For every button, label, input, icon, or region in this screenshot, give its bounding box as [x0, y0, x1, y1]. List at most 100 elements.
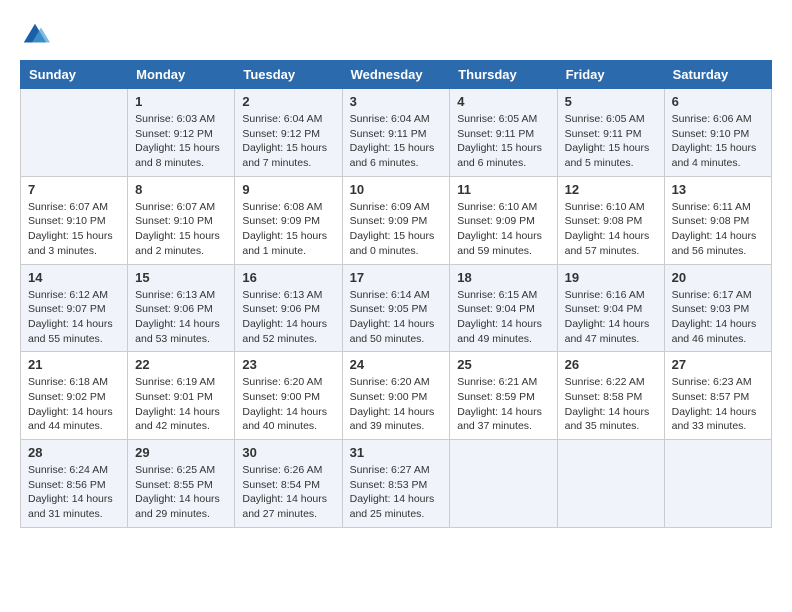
- day-number: 25: [457, 357, 549, 372]
- day-info: Sunrise: 6:21 AMSunset: 8:59 PMDaylight:…: [457, 375, 549, 434]
- day-info: Sunrise: 6:07 AMSunset: 9:10 PMDaylight:…: [135, 200, 227, 259]
- day-info: Sunrise: 6:09 AMSunset: 9:09 PMDaylight:…: [350, 200, 443, 259]
- day-info: Sunrise: 6:18 AMSunset: 9:02 PMDaylight:…: [28, 375, 120, 434]
- calendar-cell: 31 Sunrise: 6:27 AMSunset: 8:53 PMDayligh…: [342, 440, 450, 528]
- day-number: 2: [242, 94, 334, 109]
- calendar-cell: 7 Sunrise: 6:07 AMSunset: 9:10 PMDaylight…: [21, 176, 128, 264]
- calendar-cell: 30Sunrise: 6:26 AMSunset: 8:54 PMDayligh…: [235, 440, 342, 528]
- day-number: 4: [457, 94, 549, 109]
- calendar-cell: 3 Sunrise: 6:04 AMSunset: 9:11 PMDaylight…: [342, 89, 450, 177]
- day-info: Sunrise: 6:16 AMSunset: 9:04 PMDaylight:…: [565, 288, 657, 347]
- day-info: Sunrise: 6:23 AMSunset: 8:57 PMDaylight:…: [672, 375, 764, 434]
- day-of-week-header: Wednesday: [342, 61, 450, 89]
- day-number: 23: [242, 357, 334, 372]
- day-info: Sunrise: 6:17 AMSunset: 9:03 PMDaylight:…: [672, 288, 764, 347]
- day-number: 26: [565, 357, 657, 372]
- day-of-week-header: Friday: [557, 61, 664, 89]
- days-header-row: SundayMondayTuesdayWednesdayThursdayFrid…: [21, 61, 772, 89]
- day-number: 31: [350, 445, 443, 460]
- day-number: 21: [28, 357, 120, 372]
- day-info: Sunrise: 6:22 AMSunset: 8:58 PMDaylight:…: [565, 375, 657, 434]
- day-info: Sunrise: 6:20 AMSunset: 9:00 PMDaylight:…: [242, 375, 334, 434]
- calendar-cell: 25 Sunrise: 6:21 AMSunset: 8:59 PMDayligh…: [450, 352, 557, 440]
- calendar-cell: 28 Sunrise: 6:24 AMSunset: 8:56 PMDayligh…: [21, 440, 128, 528]
- day-info: Sunrise: 6:04 AMSunset: 9:12 PMDaylight:…: [242, 112, 334, 171]
- day-of-week-header: Tuesday: [235, 61, 342, 89]
- day-info: Sunrise: 6:05 AMSunset: 9:11 PMDaylight:…: [457, 112, 549, 171]
- day-number: 24: [350, 357, 443, 372]
- calendar-cell: [21, 89, 128, 177]
- day-info: Sunrise: 6:25 AMSunset: 8:55 PMDaylight:…: [135, 463, 227, 522]
- calendar-cell: 18Sunrise: 6:15 AMSunset: 9:04 PMDayligh…: [450, 264, 557, 352]
- day-of-week-header: Monday: [128, 61, 235, 89]
- calendar-cell: 26 Sunrise: 6:22 AMSunset: 8:58 PMDayligh…: [557, 352, 664, 440]
- calendar-cell: 20 Sunrise: 6:17 AMSunset: 9:03 PMDayligh…: [664, 264, 771, 352]
- day-number: 20: [672, 270, 764, 285]
- day-info: Sunrise: 6:26 AMSunset: 8:54 PMDaylight:…: [242, 463, 334, 522]
- day-number: 27: [672, 357, 764, 372]
- calendar-cell: 1Sunrise: 6:03 AMSunset: 9:12 PMDaylight…: [128, 89, 235, 177]
- page-header: [20, 20, 772, 50]
- day-number: 9: [242, 182, 334, 197]
- calendar-cell: 21 Sunrise: 6:18 AMSunset: 9:02 PMDayligh…: [21, 352, 128, 440]
- day-info: Sunrise: 6:27 AMSunset: 8:53 PMDaylight:…: [350, 463, 443, 522]
- day-info: Sunrise: 6:04 AMSunset: 9:11 PMDaylight:…: [350, 112, 443, 171]
- calendar-cell: 17 Sunrise: 6:14 AMSunset: 9:05 PMDayligh…: [342, 264, 450, 352]
- day-info: Sunrise: 6:06 AMSunset: 9:10 PMDaylight:…: [672, 112, 764, 171]
- day-info: Sunrise: 6:19 AMSunset: 9:01 PMDaylight:…: [135, 375, 227, 434]
- calendar-cell: 5 Sunrise: 6:05 AMSunset: 9:11 PMDaylight…: [557, 89, 664, 177]
- calendar-cell: [664, 440, 771, 528]
- calendar-cell: 6 Sunrise: 6:06 AMSunset: 9:10 PMDaylight…: [664, 89, 771, 177]
- calendar-cell: 9 Sunrise: 6:08 AMSunset: 9:09 PMDaylight…: [235, 176, 342, 264]
- calendar-cell: 29 Sunrise: 6:25 AMSunset: 8:55 PMDayligh…: [128, 440, 235, 528]
- day-info: Sunrise: 6:15 AMSunset: 9:04 PMDaylight:…: [457, 288, 549, 347]
- calendar-week-row: 7 Sunrise: 6:07 AMSunset: 9:10 PMDaylight…: [21, 176, 772, 264]
- day-info: Sunrise: 6:13 AMSunset: 9:06 PMDaylight:…: [135, 288, 227, 347]
- day-info: Sunrise: 6:10 AMSunset: 9:09 PMDaylight:…: [457, 200, 549, 259]
- day-of-week-header: Thursday: [450, 61, 557, 89]
- calendar-cell: 19Sunrise: 6:16 AMSunset: 9:04 PMDayligh…: [557, 264, 664, 352]
- calendar-cell: 4 Sunrise: 6:05 AMSunset: 9:11 PMDaylight…: [450, 89, 557, 177]
- day-info: Sunrise: 6:07 AMSunset: 9:10 PMDaylight:…: [28, 200, 120, 259]
- day-info: Sunrise: 6:12 AMSunset: 9:07 PMDaylight:…: [28, 288, 120, 347]
- day-info: Sunrise: 6:24 AMSunset: 8:56 PMDaylight:…: [28, 463, 120, 522]
- calendar-week-row: 28 Sunrise: 6:24 AMSunset: 8:56 PMDayligh…: [21, 440, 772, 528]
- day-number: 16: [242, 270, 334, 285]
- calendar-week-row: 1Sunrise: 6:03 AMSunset: 9:12 PMDaylight…: [21, 89, 772, 177]
- day-number: 28: [28, 445, 120, 460]
- calendar-cell: 10 Sunrise: 6:09 AMSunset: 9:09 PMDayligh…: [342, 176, 450, 264]
- day-info: Sunrise: 6:14 AMSunset: 9:05 PMDaylight:…: [350, 288, 443, 347]
- day-info: Sunrise: 6:05 AMSunset: 9:11 PMDaylight:…: [565, 112, 657, 171]
- calendar-cell: 23 Sunrise: 6:20 AMSunset: 9:00 PMDayligh…: [235, 352, 342, 440]
- calendar-cell: 22 Sunrise: 6:19 AMSunset: 9:01 PMDayligh…: [128, 352, 235, 440]
- calendar-cell: 14 Sunrise: 6:12 AMSunset: 9:07 PMDayligh…: [21, 264, 128, 352]
- calendar-cell: 2 Sunrise: 6:04 AMSunset: 9:12 PMDaylight…: [235, 89, 342, 177]
- logo-icon: [20, 20, 50, 50]
- day-info: Sunrise: 6:13 AMSunset: 9:06 PMDaylight:…: [242, 288, 334, 347]
- day-number: 10: [350, 182, 443, 197]
- day-info: Sunrise: 6:03 AMSunset: 9:12 PMDaylight:…: [135, 112, 227, 171]
- day-number: 12: [565, 182, 657, 197]
- calendar-cell: [450, 440, 557, 528]
- day-number: 29: [135, 445, 227, 460]
- day-info: Sunrise: 6:08 AMSunset: 9:09 PMDaylight:…: [242, 200, 334, 259]
- day-number: 3: [350, 94, 443, 109]
- calendar-week-row: 14 Sunrise: 6:12 AMSunset: 9:07 PMDayligh…: [21, 264, 772, 352]
- calendar-cell: 16 Sunrise: 6:13 AMSunset: 9:06 PMDayligh…: [235, 264, 342, 352]
- day-info: Sunrise: 6:10 AMSunset: 9:08 PMDaylight:…: [565, 200, 657, 259]
- calendar-table: SundayMondayTuesdayWednesdayThursdayFrid…: [20, 60, 772, 528]
- day-number: 7: [28, 182, 120, 197]
- day-number: 6: [672, 94, 764, 109]
- day-number: 5: [565, 94, 657, 109]
- day-info: Sunrise: 6:11 AMSunset: 9:08 PMDaylight:…: [672, 200, 764, 259]
- day-number: 14: [28, 270, 120, 285]
- calendar-cell: 13Sunrise: 6:11 AMSunset: 9:08 PMDayligh…: [664, 176, 771, 264]
- calendar-cell: 11Sunrise: 6:10 AMSunset: 9:09 PMDayligh…: [450, 176, 557, 264]
- calendar-cell: [557, 440, 664, 528]
- calendar-cell: 27 Sunrise: 6:23 AMSunset: 8:57 PMDayligh…: [664, 352, 771, 440]
- day-of-week-header: Saturday: [664, 61, 771, 89]
- logo: [20, 20, 54, 50]
- calendar-cell: 15Sunrise: 6:13 AMSunset: 9:06 PMDayligh…: [128, 264, 235, 352]
- day-number: 17: [350, 270, 443, 285]
- day-number: 22: [135, 357, 227, 372]
